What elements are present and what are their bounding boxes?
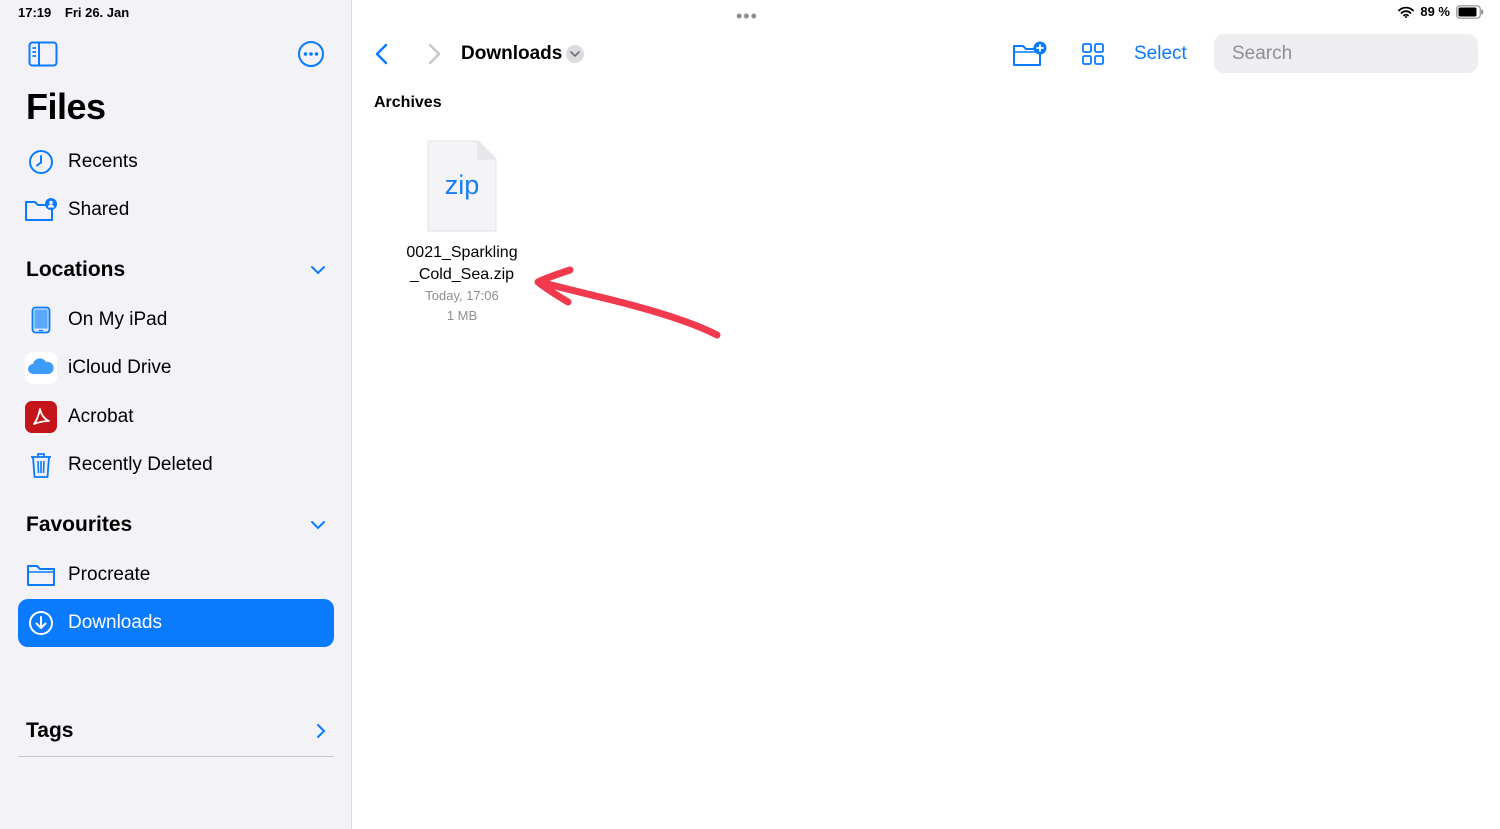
battery-percentage: 89 % — [1420, 4, 1450, 19]
locations-header[interactable]: Locations — [26, 258, 326, 282]
sidebar-item-label: Shared — [68, 199, 130, 220]
file-size: 1 MB — [446, 308, 478, 323]
more-options-icon[interactable] — [297, 40, 325, 68]
file-item[interactable]: zip 0021_Sparkling _Cold_Sea.zip Today, … — [392, 140, 532, 326]
sidebar-item-label: Recents — [68, 151, 138, 172]
sidebar-item-procreate[interactable]: Procreate — [18, 551, 334, 599]
download-icon — [18, 599, 64, 647]
sidebar-item-icloud-drive[interactable]: iCloud Drive — [18, 344, 334, 392]
wifi-icon — [1398, 6, 1415, 18]
search-bar[interactable] — [1214, 34, 1478, 73]
section-title: Locations — [26, 258, 126, 281]
sidebar-item-label: On My iPad — [68, 309, 168, 330]
sidebar-item-label: Procreate — [68, 564, 151, 585]
files-app: 17:19 Fri 26. Jan Files Recents Shared L… — [0, 0, 1500, 829]
file-name-line: 0021_Sparkling — [406, 244, 518, 261]
status-time: 17:19 — [18, 5, 52, 20]
file-name-line: _Cold_Sea.zip — [409, 266, 515, 283]
sidebar-item-label: Downloads — [68, 612, 162, 633]
clock-icon — [18, 138, 64, 186]
trash-icon — [18, 441, 64, 489]
sidebar-item-recents[interactable]: Recents — [18, 138, 334, 186]
chevron-down-icon[interactable] — [310, 265, 326, 275]
select-button[interactable]: Select — [1134, 43, 1187, 65]
grid-view-icon[interactable] — [1081, 42, 1105, 66]
sidebar-item-acrobat[interactable]: Acrobat — [18, 393, 334, 441]
section-title: Tags — [26, 719, 74, 742]
status-bar-right: 89 % — [1398, 4, 1484, 19]
main-content: ••• 89 % Downloads Select Search Archive… — [352, 0, 1500, 829]
section-title: Favourites — [26, 513, 133, 536]
sidebar-item-label: Acrobat — [68, 406, 134, 427]
tags-header[interactable]: Tags — [26, 719, 326, 743]
sidebar-item-label: iCloud Drive — [68, 357, 172, 378]
status-date: Fri 26. Jan — [64, 5, 130, 20]
folder-title[interactable]: Downloads — [461, 43, 562, 65]
sidebar-item-label: Recently Deleted — [68, 454, 213, 475]
back-chevron-icon[interactable] — [372, 42, 392, 66]
sidebar-title: Files — [26, 86, 106, 127]
sidebar: 17:19 Fri 26. Jan Files Recents Shared L… — [0, 0, 352, 829]
divider — [18, 756, 334, 757]
file-type-label: zip — [444, 170, 480, 200]
sidebar-item-downloads[interactable]: Downloads — [18, 599, 334, 647]
ipad-icon — [18, 296, 64, 344]
sidebar-item-on-my-ipad[interactable]: On My iPad — [18, 296, 334, 344]
annotation-arrow — [534, 266, 721, 339]
section-header: Archives — [374, 94, 442, 111]
sidebar-toggle-icon[interactable] — [28, 41, 58, 67]
forward-chevron-icon[interactable] — [424, 42, 444, 66]
icloud-icon — [18, 344, 64, 392]
multitasking-handle[interactable]: ••• — [736, 6, 758, 27]
file-name: 0021_Sparkling _Cold_Sea.zip — [392, 242, 532, 286]
file-date: Today, 17:06 — [425, 288, 499, 303]
shared-folder-icon — [18, 186, 64, 234]
chevron-down-icon[interactable] — [566, 45, 584, 63]
chevron-right-icon[interactable] — [316, 723, 326, 739]
sidebar-item-shared[interactable]: Shared — [18, 186, 334, 234]
folder-icon — [18, 551, 64, 599]
battery-icon — [1456, 4, 1484, 19]
chevron-down-icon[interactable] — [310, 520, 326, 530]
zip-file-icon: zip — [427, 140, 497, 232]
sidebar-item-recently-deleted[interactable]: Recently Deleted — [18, 441, 334, 489]
search-input[interactable] — [1232, 42, 1477, 65]
status-bar-left: 17:19 Fri 26. Jan — [18, 5, 139, 20]
new-folder-icon[interactable] — [1012, 40, 1048, 68]
favourites-header[interactable]: Favourites — [26, 513, 326, 537]
acrobat-icon — [18, 393, 64, 441]
